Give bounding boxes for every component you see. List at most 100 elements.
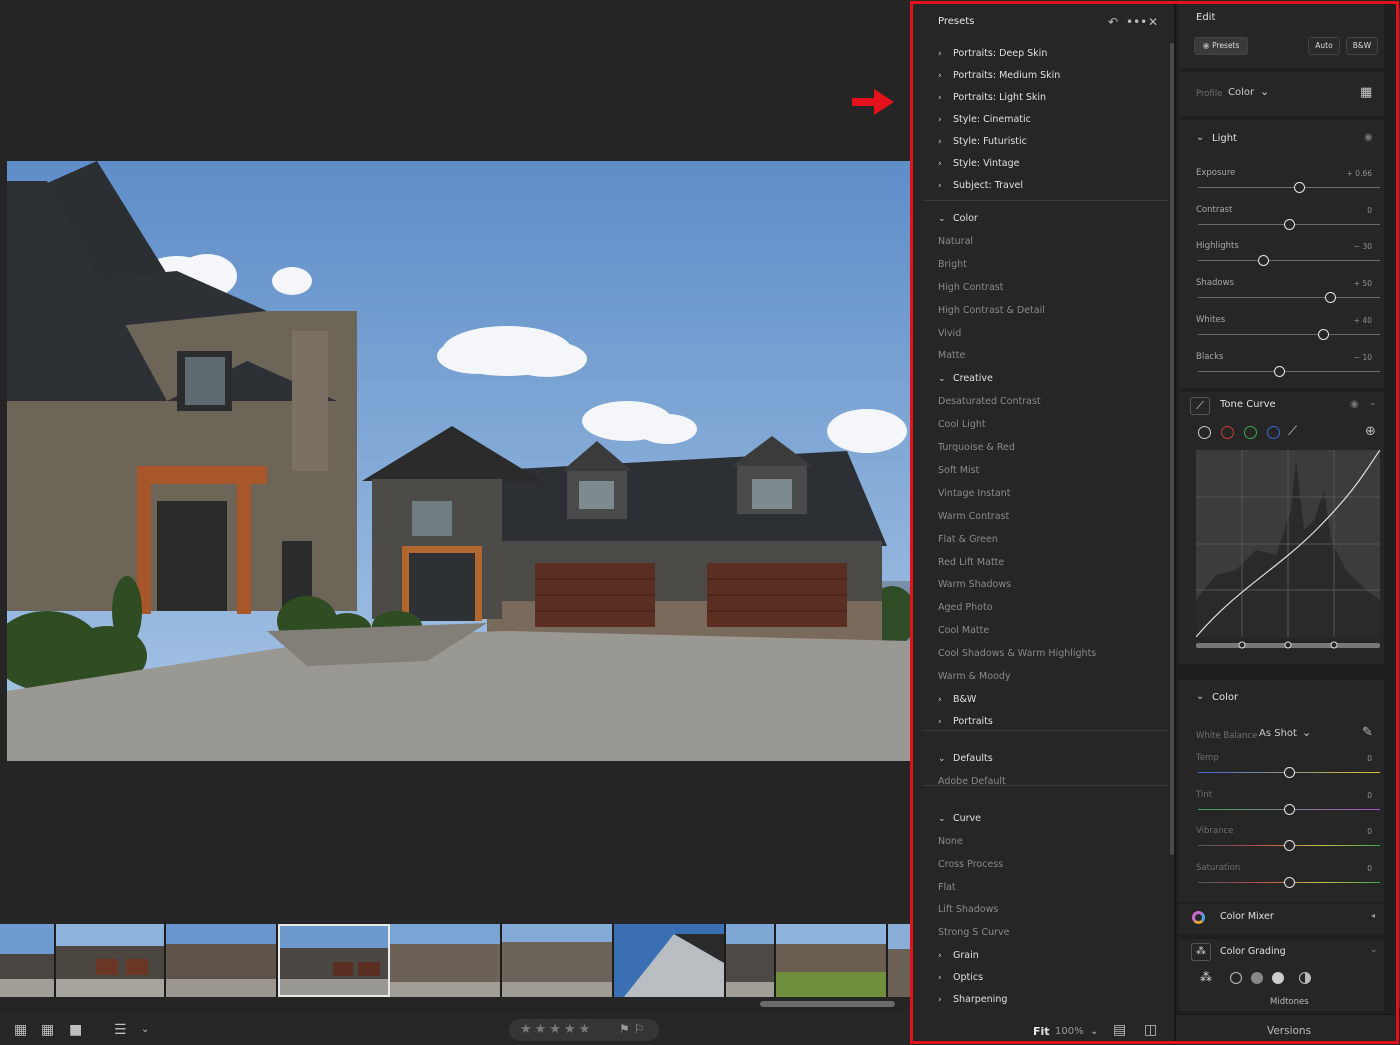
preset-group-sharpening[interactable]: › Sharpening (938, 994, 1007, 1005)
light-section-title[interactable]: Light (1212, 133, 1237, 144)
preset-item[interactable]: Turquoise & Red (938, 442, 1015, 453)
compare-view-icon[interactable]: ◫ (1144, 1023, 1157, 1037)
slider-value[interactable]: − 30 (1354, 242, 1372, 251)
preset-item[interactable]: Cool Shadows & Warm Highlights (938, 648, 1096, 659)
preset-group-bw[interactable]: › B&W (938, 694, 976, 705)
versions-button[interactable]: Versions (1176, 1025, 1400, 1037)
chevron-down-icon[interactable]: ⌄ (1370, 945, 1378, 955)
blue-channel-circle-icon[interactable] (1267, 426, 1280, 439)
preset-group[interactable]: › Portraits: Deep Skin (938, 48, 1047, 59)
filmstrip-thumbnail[interactable] (502, 924, 614, 997)
preset-item[interactable]: Strong S Curve (938, 927, 1009, 938)
slider-track[interactable] (1198, 260, 1380, 262)
detail-view-icon[interactable]: ■ (69, 1023, 82, 1037)
preset-group[interactable]: › Style: Cinematic (938, 114, 1031, 125)
slider-knob[interactable] (1283, 218, 1295, 230)
slider-knob[interactable] (1283, 803, 1295, 815)
zoom-level[interactable]: 100% (1055, 1026, 1084, 1037)
slider-value[interactable]: − 10 (1354, 353, 1372, 362)
preset-item[interactable]: Warm Shadows (938, 579, 1011, 590)
visibility-eye-icon[interactable]: ◉ (1350, 399, 1359, 410)
color-wheel-icon[interactable] (1192, 911, 1205, 924)
filmstrip-thumbnail[interactable] (726, 924, 776, 997)
filmstrip-thumbnail[interactable] (888, 924, 912, 997)
preset-item[interactable]: Bright (938, 259, 967, 270)
slider-knob[interactable] (1283, 767, 1295, 778)
slider-knob[interactable] (1258, 255, 1270, 267)
slider-knob[interactable] (1318, 328, 1330, 340)
slider-track[interactable] (1198, 370, 1380, 372)
highlights-wheel-icon[interactable] (1272, 972, 1284, 984)
square-grid-view-icon[interactable]: ▦ (14, 1023, 27, 1037)
preset-item[interactable]: Cross Process (938, 859, 1003, 870)
slider-value[interactable]: + 0.66 (1347, 169, 1372, 178)
preset-item[interactable]: Warm & Moody (938, 671, 1011, 682)
filmstrip[interactable] (0, 923, 912, 999)
preset-item[interactable]: Aged Photo (938, 602, 993, 613)
preset-item[interactable]: Flat (938, 882, 956, 893)
preset-item[interactable]: Cool Matte (938, 625, 989, 636)
color-mixer-title[interactable]: Color Mixer (1220, 911, 1274, 922)
target-adjust-icon[interactable]: ⊕ (1365, 424, 1376, 439)
shadows-wheel-icon[interactable] (1230, 972, 1242, 984)
slider-value[interactable]: + 50 (1354, 279, 1372, 288)
chevron-down-icon[interactable]: ⌄ (1196, 691, 1204, 702)
preset-group[interactable]: › Portraits: Medium Skin (938, 70, 1060, 81)
color-grading-title[interactable]: Color Grading (1220, 946, 1286, 957)
midtones-wheel-icon[interactable] (1251, 972, 1263, 984)
chevron-down-icon[interactable]: ⌄ (1302, 726, 1311, 739)
profile-browser-icon[interactable]: ▦ (1360, 85, 1372, 100)
preset-item[interactable]: Vintage Instant (938, 488, 1010, 499)
preset-group[interactable]: › Style: Vintage (938, 158, 1019, 169)
edit-scrollbar[interactable] (1396, 8, 1400, 1008)
parametric-curve-icon[interactable]: ⟋ (1288, 424, 1297, 439)
preset-group-creative[interactable]: ⌄ Creative (938, 373, 993, 384)
preset-item[interactable]: Cool Light (938, 419, 986, 430)
preset-item[interactable]: High Contrast (938, 282, 1003, 293)
white-balance-dropdown[interactable]: As Shot (1259, 728, 1297, 739)
bw-button[interactable]: B&W (1346, 37, 1378, 55)
preset-group-defaults[interactable]: ⌄ Defaults (938, 753, 993, 764)
chevron-left-icon[interactable]: ◂ (1371, 911, 1375, 920)
preset-item[interactable]: Red Lift Matte (938, 557, 1004, 568)
rating-flag-control[interactable]: ★★★★★ ⚑⚐ (509, 1019, 659, 1041)
red-channel-circle-icon[interactable] (1221, 426, 1234, 439)
undo-icon[interactable]: ↶ (1108, 15, 1118, 29)
slider-knob[interactable] (1283, 877, 1295, 889)
preset-item[interactable]: Soft Mist (938, 465, 979, 476)
three-way-wheels-icon[interactable]: ⁂ (1200, 970, 1212, 984)
photo-grid-view-icon[interactable]: ▦ (41, 1023, 54, 1037)
slider-track[interactable] (1198, 187, 1380, 188)
preset-item[interactable]: None (938, 836, 963, 847)
rgb-channel-circle-icon[interactable] (1198, 426, 1211, 439)
slider-knob[interactable] (1325, 292, 1337, 304)
preset-item[interactable]: Flat & Green (938, 534, 998, 545)
tone-curve-icon[interactable]: ⟋ (1190, 397, 1210, 415)
preset-item[interactable]: Desaturated Contrast (938, 396, 1041, 407)
preset-group-curve[interactable]: ⌄ Curve (938, 813, 981, 824)
slider-knob[interactable] (1294, 182, 1306, 193)
preset-group-grain[interactable]: › Grain (938, 950, 979, 961)
preset-item[interactable]: Lift Shadows (938, 904, 998, 915)
filmstrip-thumbnail[interactable] (166, 924, 278, 997)
preset-item[interactable]: Warm Contrast (938, 511, 1009, 522)
fit-button[interactable]: Fit (1033, 1025, 1050, 1038)
chevron-down-icon[interactable]: ⌄ (1260, 85, 1269, 98)
color-grading-icon[interactable]: ⁂ (1191, 943, 1211, 961)
preset-group[interactable]: › Subject: Travel (938, 180, 1023, 191)
more-options-icon[interactable]: ••• (1126, 15, 1147, 29)
preset-group[interactable]: › Style: Futuristic (938, 136, 1027, 147)
sort-icon[interactable]: ☰ (114, 1023, 127, 1037)
preset-item[interactable]: Matte (938, 350, 965, 361)
slider-track[interactable] (1198, 333, 1380, 335)
preset-item[interactable]: Natural (938, 236, 973, 247)
tone-curve-graph[interactable] (1196, 450, 1380, 655)
preset-group[interactable]: › Portraits: Light Skin (938, 92, 1046, 103)
filmstrip-toggle-icon[interactable]: ▤ (1113, 1023, 1126, 1037)
filmstrip-scrollbar[interactable] (760, 1001, 895, 1007)
filmstrip-thumbnail-selected[interactable] (278, 924, 390, 997)
slider-value[interactable]: 0 (1367, 827, 1372, 836)
filmstrip-thumbnail[interactable] (776, 924, 888, 997)
preset-item[interactable]: High Contrast & Detail (938, 305, 1045, 316)
slider-knob[interactable] (1283, 840, 1295, 852)
